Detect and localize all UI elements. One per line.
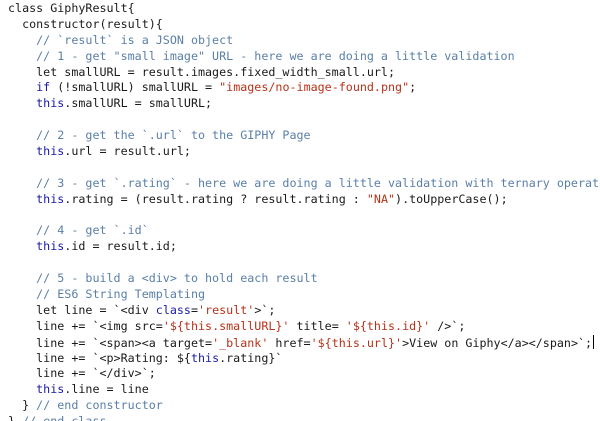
code-token-text: let line = `<div: [8, 302, 156, 317]
code-line[interactable]: let smallURL = result.images.fixed_width…: [8, 65, 600, 81]
code-token-keyword: this: [8, 96, 65, 111]
code-line[interactable]: // 2 - get the `.url` to the GIPHY Page: [8, 128, 600, 144]
code-token-keyword: class: [155, 302, 191, 317]
code-token-text: =: [190, 302, 199, 317]
code-token-keyword: this: [8, 144, 65, 159]
code-line[interactable]: line += `<img src='${this.smallURL}' tit…: [8, 319, 600, 335]
code-token-comment: // 4 - get `.id`: [8, 223, 149, 238]
code-line[interactable]: [8, 112, 600, 128]
code-token-text: constructor(result){: [8, 16, 163, 31]
code-token-keyword: this: [8, 382, 65, 397]
code-token-text: .rating}`: [219, 350, 283, 365]
code-line[interactable]: line += `<p>Rating: ${this.rating}`: [8, 351, 600, 367]
code-line[interactable]: this.rating = (result.rating ? result.ra…: [8, 192, 600, 208]
code-token-text: .line = line: [64, 382, 149, 397]
code-token-text: }: [8, 414, 22, 421]
code-token-comment: // end constructor: [36, 398, 163, 413]
code-line[interactable]: if (!smallURL) smallURL = "images/no-ima…: [8, 80, 600, 96]
code-token-text: ;: [409, 80, 417, 95]
code-token-text: href=: [268, 335, 311, 350]
code-line[interactable]: [8, 208, 600, 224]
code-token-text: .url = result.url;: [64, 144, 191, 159]
code-line[interactable]: class GiphyResult{: [8, 1, 600, 17]
code-token-string: '${this.url}': [310, 335, 403, 350]
text-cursor: [593, 334, 595, 349]
code-token-keyword: this: [190, 350, 220, 365]
code-token-string: 'result': [198, 302, 255, 317]
code-token-text: .rating = (result.rating ? result.rating…: [64, 191, 367, 206]
code-token-text: ).toUpperCase();: [395, 191, 508, 206]
code-line[interactable]: this.url = result.url;: [8, 144, 600, 160]
code-token-comment: // 1 - get "small image" URL - here we a…: [8, 48, 515, 63]
code-token-text: class GiphyResult{: [8, 1, 135, 15]
code-token-string: '${this.smallURL}': [162, 318, 290, 333]
code-token-text: />`;: [430, 318, 466, 333]
code-token-comment: // 3 - get `.rating` - here we are doing…: [8, 175, 600, 190]
code-token-text: let smallURL = result.images.fixed_width…: [8, 64, 396, 79]
code-token-comment: // end class: [22, 414, 106, 421]
code-token-string: '_blank': [212, 335, 269, 350]
code-token-keyword: this: [8, 191, 65, 206]
code-line[interactable]: this.id = result.id;: [8, 239, 600, 255]
code-line[interactable]: line += `<span><a target='_blank' href='…: [8, 334, 600, 351]
code-token-text: line += `<span><a target=: [8, 335, 213, 350]
code-line[interactable]: // 4 - get `.id`: [8, 223, 600, 239]
code-editor[interactable]: class GiphyResult{ constructor(result){ …: [0, 0, 600, 421]
code-token-text: line += `<img src=: [8, 318, 163, 333]
code-token-text: line += `</div>`;: [8, 366, 156, 381]
code-line[interactable]: // 1 - get "small image" URL - here we a…: [8, 49, 600, 65]
code-token-text: >View on Giphy</a></span>`;: [402, 335, 593, 350]
code-line[interactable]: // `result` is a JSON object: [8, 33, 600, 49]
code-line[interactable]: this.line = line: [8, 382, 600, 398]
code-area[interactable]: class GiphyResult{ constructor(result){ …: [8, 1, 600, 421]
code-token-text: .smallURL = smallURL;: [64, 96, 213, 111]
code-token-text: }: [8, 398, 37, 413]
code-line[interactable]: constructor(result){: [8, 17, 600, 33]
code-line[interactable]: this.smallURL = smallURL;: [8, 96, 600, 112]
code-line[interactable]: } // end class: [8, 414, 600, 421]
code-line[interactable]: // 5 - build a <div> to hold each result: [8, 271, 600, 287]
code-line[interactable]: // 3 - get `.rating` - here we are doing…: [8, 176, 600, 192]
code-line[interactable]: let line = `<div class='result'>`;: [8, 303, 600, 319]
code-token-text: line += `<p>Rating: ${: [8, 350, 191, 365]
code-token-comment: // `result` is a JSON object: [8, 32, 234, 47]
code-token-keyword: if: [8, 80, 51, 95]
code-line[interactable]: [8, 255, 600, 271]
code-line[interactable]: [8, 160, 600, 176]
code-token-text: .id = result.id;: [64, 239, 177, 254]
code-line[interactable]: line += `</div>`;: [8, 366, 600, 382]
code-token-text: (!smallURL) smallURL =: [50, 80, 220, 95]
code-token-comment: // 2 - get the `.url` to the GIPHY Page: [8, 128, 311, 143]
code-token-string: "images/no-image-found.png": [219, 80, 410, 95]
code-line[interactable]: // ES6 String Templating: [8, 287, 600, 303]
code-token-string: "NA": [366, 191, 396, 206]
code-token-text: >`;: [254, 302, 276, 317]
code-token-keyword: this: [8, 239, 65, 254]
code-line[interactable]: } // end constructor: [8, 398, 600, 414]
code-token-string: '${this.id}': [345, 318, 431, 333]
code-token-comment: // 5 - build a <div> to hold each result: [8, 271, 318, 286]
code-token-comment: // ES6 String Templating: [8, 287, 206, 302]
code-token-text: title=: [289, 318, 346, 333]
